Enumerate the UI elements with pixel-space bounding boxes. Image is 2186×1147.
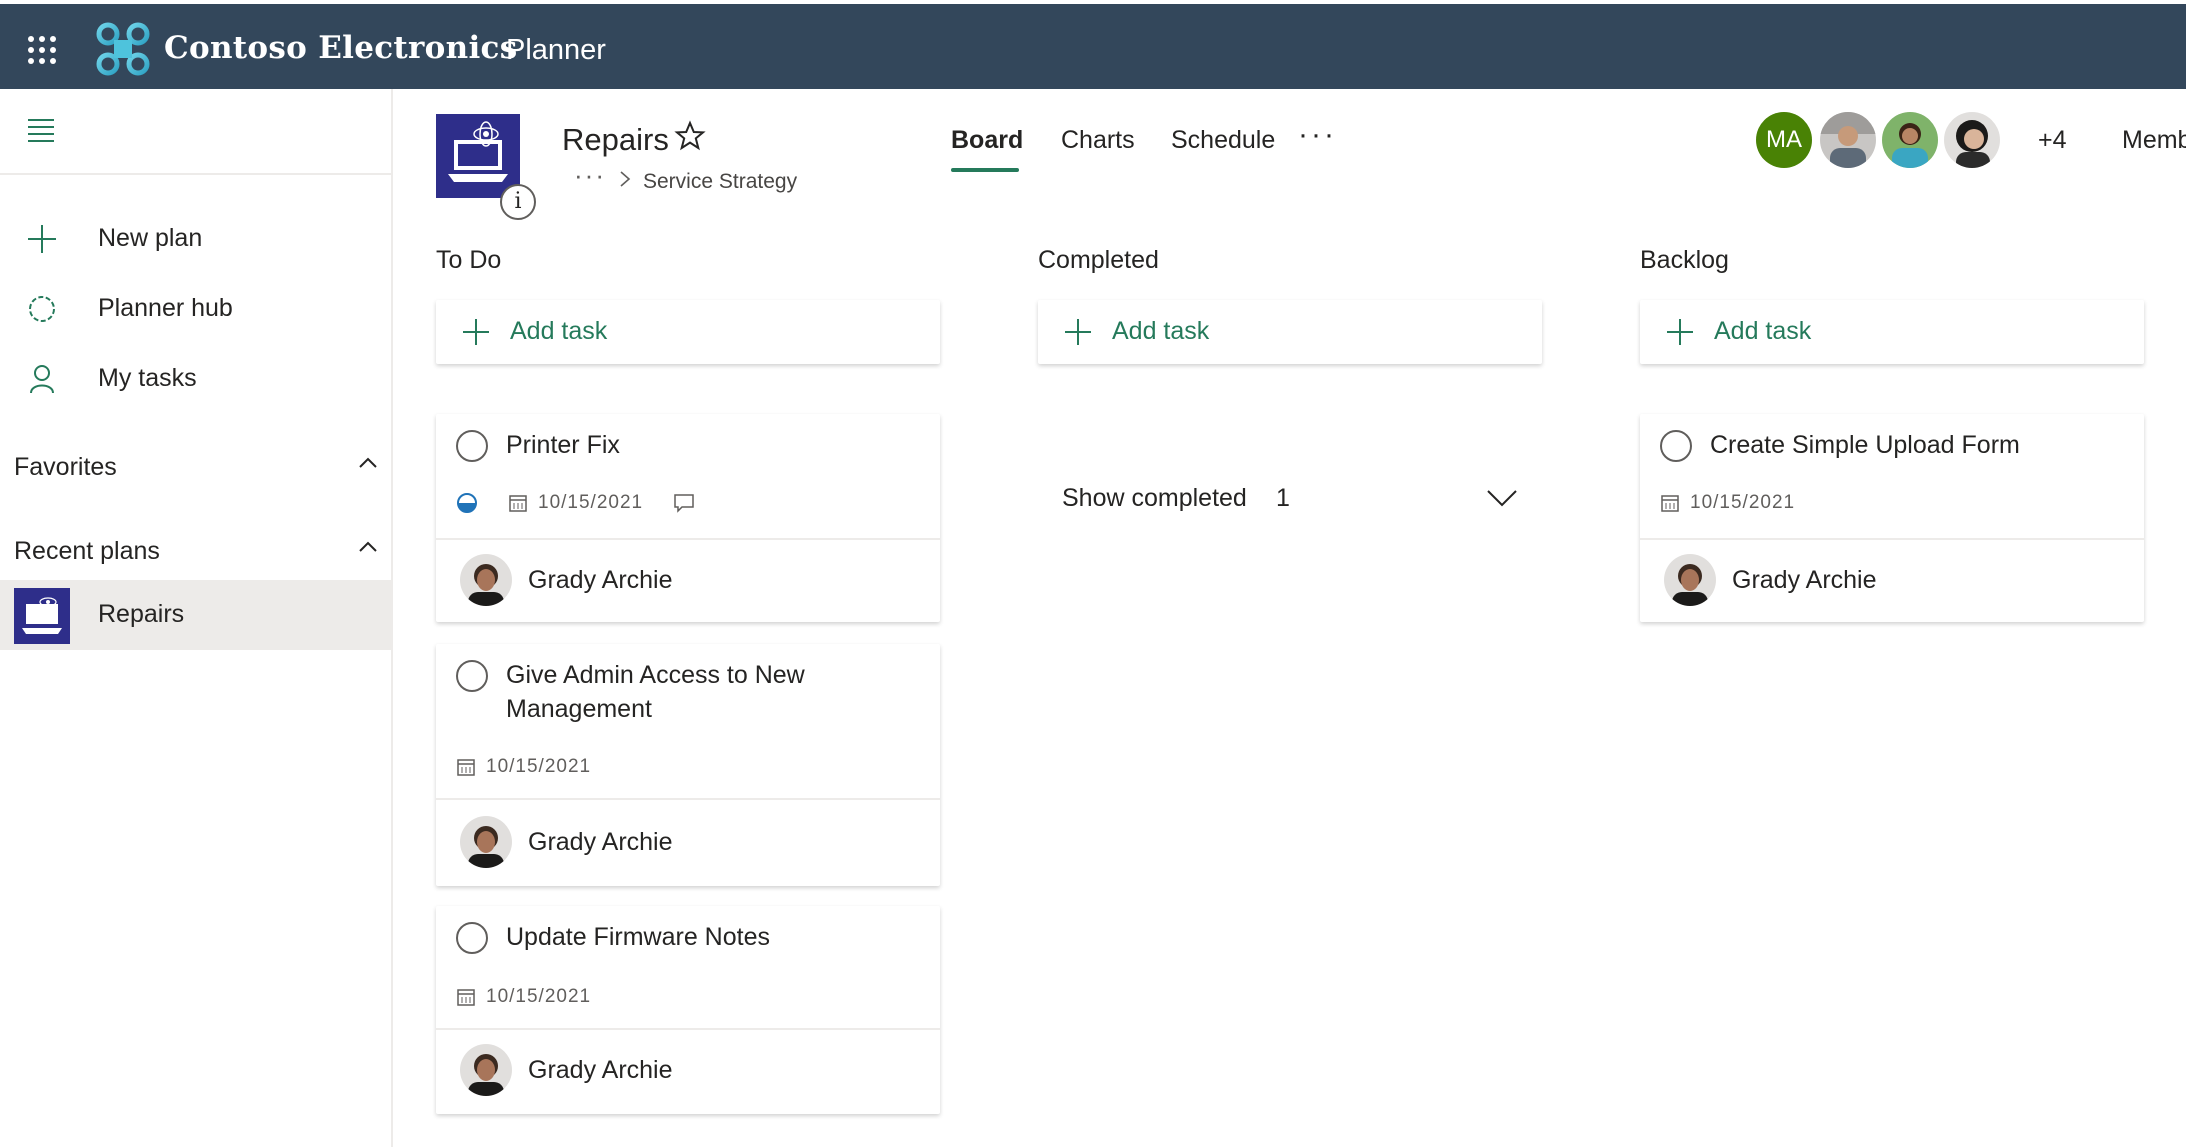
task-due-date: 10/15/2021 <box>486 756 592 777</box>
recent-plans-header[interactable]: Recent plans <box>14 537 160 566</box>
assignee-name: Grady Archie <box>1732 565 1877 594</box>
task-card[interactable]: Update Firmware Notes 10/15/2021 Grady A… <box>436 906 940 1114</box>
tab-board[interactable]: Board <box>951 126 1023 155</box>
task-card[interactable]: Create Simple Upload Form 10/15/2021 Gra… <box>1640 414 2144 622</box>
task-card[interactable]: Printer Fix 10/15/2021 Grady Archie <box>436 414 940 622</box>
add-task-label: Add task <box>1112 317 1210 345</box>
bucket-title-completed[interactable]: Completed <box>1038 246 1159 275</box>
avatar <box>1664 554 1716 606</box>
avatar <box>460 1044 512 1096</box>
chevron-up-icon[interactable] <box>358 453 378 473</box>
task-divider <box>1640 538 2144 540</box>
top-bar: Contoso Electronics Planner <box>0 0 2186 89</box>
calendar-icon <box>1661 495 1679 512</box>
task-meta: 10/15/2021 <box>456 756 591 778</box>
task-complete-checkbox[interactable] <box>1660 430 1692 462</box>
plan-info-button[interactable]: i <box>500 184 536 220</box>
nav-item-label: Planner hub <box>98 293 233 322</box>
plus-icon <box>1667 319 1693 345</box>
add-task-button[interactable]: Add task <box>1038 300 1542 364</box>
plan-title[interactable]: Repairs <box>562 122 669 158</box>
task-complete-checkbox[interactable] <box>456 922 488 954</box>
chevron-up-icon[interactable] <box>358 537 378 557</box>
nav-item-my-tasks[interactable]: My tasks <box>0 347 393 409</box>
person-icon <box>30 365 54 394</box>
task-card[interactable]: Give Admin Access to New Management 10/1… <box>436 644 940 886</box>
calendar-icon <box>509 495 527 512</box>
nav-item-planner-hub[interactable]: Planner hub <box>0 277 393 339</box>
add-task-label: Add task <box>510 317 608 345</box>
task-due-date: 10/15/2021 <box>538 492 644 513</box>
tab-schedule[interactable]: Schedule <box>1171 126 1275 155</box>
brand-name[interactable]: Contoso Electronics <box>164 30 517 66</box>
task-title: Create Simple Upload Form <box>1710 431 2020 459</box>
recent-plan-repairs[interactable]: Repairs <box>0 580 392 650</box>
nav-divider <box>0 173 393 175</box>
nav-item-new-plan[interactable]: New plan <box>0 207 393 269</box>
app-launcher-icon[interactable] <box>28 36 56 64</box>
task-assignee[interactable]: Grady Archie <box>460 816 673 868</box>
app-name[interactable]: Planner <box>506 34 606 67</box>
favorites-header[interactable]: Favorites <box>14 453 117 482</box>
task-divider <box>436 798 940 800</box>
breadcrumb-group-link[interactable]: Service Strategy <box>643 170 797 194</box>
task-divider <box>436 1028 940 1030</box>
assignee-name: Grady Archie <box>528 565 673 594</box>
plan-logo-icon[interactable] <box>436 114 520 198</box>
member-avatar-ma[interactable]: MA <box>1756 112 1812 168</box>
tab-active-indicator <box>951 168 1019 172</box>
assignee-name: Grady Archie <box>528 1055 673 1084</box>
tab-charts[interactable]: Charts <box>1061 126 1135 155</box>
task-title: Update Firmware Notes <box>506 923 770 951</box>
assignee-name: Grady Archie <box>528 827 673 856</box>
completed-count: 1 <box>1276 484 1290 512</box>
task-assignee[interactable]: Grady Archie <box>1664 554 1877 606</box>
member-avatar[interactable] <box>1882 112 1938 168</box>
plus-icon <box>463 319 489 345</box>
calendar-icon <box>457 759 475 776</box>
plus-icon <box>1065 319 1091 345</box>
favorite-star-icon[interactable] <box>674 120 706 152</box>
comment-icon[interactable] <box>673 492 695 514</box>
chevron-right-icon <box>620 171 631 187</box>
task-meta: 10/15/2021 <box>456 492 695 514</box>
calendar-icon <box>457 989 475 1006</box>
more-members-count[interactable]: +4 <box>2038 126 2067 155</box>
task-due-date: 10/15/2021 <box>486 986 592 1007</box>
task-complete-checkbox[interactable] <box>456 660 488 692</box>
task-assignee[interactable]: Grady Archie <box>460 554 673 606</box>
show-completed-toggle[interactable]: Show completed <box>1062 484 1247 513</box>
add-task-label: Add task <box>1714 317 1812 345</box>
progress-in-progress-icon[interactable] <box>456 492 478 514</box>
bucket-title-todo[interactable]: To Do <box>436 246 501 275</box>
task-title: Printer Fix <box>506 431 620 459</box>
add-task-button[interactable]: Add task <box>436 300 940 364</box>
nav-item-label: New plan <box>98 223 203 252</box>
hamburger-menu-icon[interactable] <box>28 119 54 142</box>
task-complete-checkbox[interactable] <box>456 430 488 462</box>
plan-thumbnail-icon <box>14 588 70 644</box>
contoso-logo-icon <box>96 22 150 76</box>
tabs-more-button[interactable]: ··· <box>1298 118 1337 152</box>
member-avatar[interactable] <box>1820 112 1876 168</box>
breadcrumb-more-button[interactable]: ··· <box>574 160 606 191</box>
bucket-title-backlog[interactable]: Backlog <box>1640 246 1729 275</box>
task-divider <box>436 538 940 540</box>
recent-plan-label: Repairs <box>98 600 185 628</box>
members-button[interactable]: Memb <box>2122 126 2186 155</box>
member-avatar[interactable] <box>1944 112 2000 168</box>
task-due-date: 10/15/2021 <box>1690 492 1796 513</box>
circle-icon <box>29 296 55 322</box>
avatar <box>460 554 512 606</box>
nav-item-label: My tasks <box>98 363 197 392</box>
task-assignee[interactable]: Grady Archie <box>460 1044 673 1096</box>
left-nav: New plan Planner hub My tasks Favorites … <box>0 89 393 1147</box>
plus-icon <box>28 225 56 253</box>
chevron-down-icon[interactable] <box>1486 486 1518 510</box>
task-meta: 10/15/2021 <box>1660 492 1795 514</box>
task-meta: 10/15/2021 <box>456 986 591 1008</box>
avatar <box>460 816 512 868</box>
add-task-button[interactable]: Add task <box>1640 300 2144 364</box>
task-title: Give Admin Access to New Management <box>506 661 805 723</box>
